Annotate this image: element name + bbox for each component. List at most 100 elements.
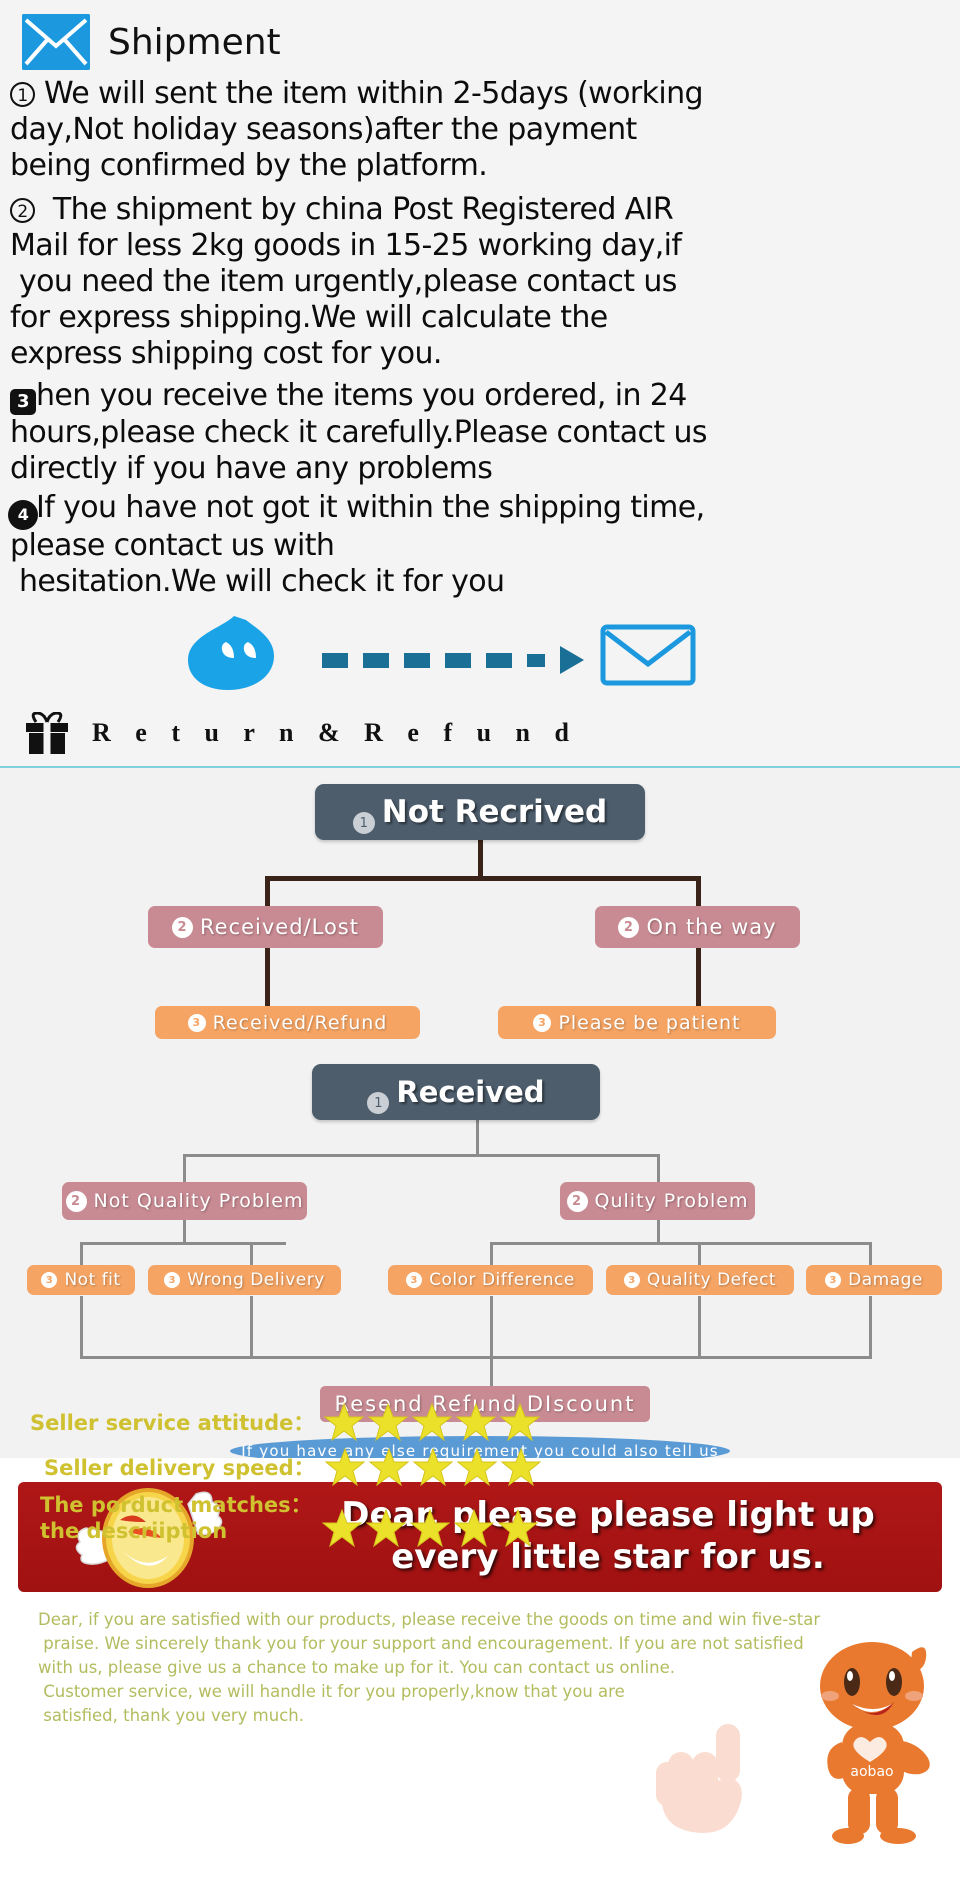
node-badge: 3	[41, 1272, 58, 1288]
star-icon	[412, 1447, 454, 1487]
connector	[696, 943, 701, 1007]
star-icon	[321, 1508, 363, 1548]
node-label: Wrong Delivery	[187, 1270, 325, 1290]
star-icon	[324, 1447, 366, 1487]
flow-node-received-refund[interactable]: 3 Received/Refund	[155, 1006, 420, 1039]
star-icon	[455, 1402, 497, 1442]
shipment-item-2-text: The shipment by china Post Registered AI…	[10, 192, 682, 371]
star-rating	[321, 1508, 539, 1548]
shipment-item-3-text: hen you receive the items you ordered, i…	[10, 378, 708, 486]
star-rating	[324, 1447, 542, 1487]
star-icon	[323, 1402, 365, 1442]
flow-node-received[interactable]: 1 Received	[312, 1064, 600, 1120]
connector	[490, 1296, 493, 1358]
node-label: Received	[396, 1075, 545, 1109]
star-icon	[367, 1402, 409, 1442]
node-label: Received/Refund	[212, 1011, 388, 1034]
blue-blob-face-icon	[182, 614, 286, 697]
connector	[265, 876, 270, 910]
flow-node-color-difference[interactable]: 3 Color Difference	[388, 1265, 593, 1295]
connector	[265, 876, 701, 881]
node-badge: 2	[566, 1190, 588, 1212]
flow-node-wrong-delivery[interactable]: 3 Wrong Delivery	[148, 1265, 341, 1295]
arrow-stem	[527, 653, 545, 667]
flow-node-quality-defect[interactable]: 3 Quality Defect	[606, 1265, 794, 1295]
rating-row-product-matches: The porduct matches： the descriiption	[40, 1492, 539, 1548]
shipment-item-4-text: If you have not got it within the shippi…	[10, 490, 705, 599]
list-marker-1: 1	[10, 82, 35, 107]
connector	[490, 1242, 872, 1245]
connector	[490, 1356, 493, 1388]
connector	[476, 1120, 479, 1156]
star-icon	[409, 1508, 451, 1548]
node-label: Not fit	[64, 1270, 121, 1290]
rating-label: Seller service attitude：	[30, 1411, 315, 1435]
list-marker-4: 4	[10, 502, 36, 528]
connector	[80, 1296, 83, 1358]
gift-icon	[24, 711, 68, 754]
star-icon	[499, 1402, 541, 1442]
flow-node-not-quality-problem[interactable]: 2 Not Quality Problem	[62, 1182, 307, 1220]
connector	[250, 1242, 253, 1266]
rating-label-block: The porduct matches： the descriiption	[40, 1492, 312, 1544]
shipment-title: Shipment	[108, 21, 281, 63]
node-badge: 3	[825, 1272, 842, 1288]
return-refund-header: R e t u r n & R e f u n d	[24, 711, 578, 754]
arrow-head	[560, 646, 584, 674]
list-marker-3: 3	[10, 389, 36, 415]
node-badge: 3	[164, 1272, 181, 1288]
shipment-icons-row	[0, 612, 960, 692]
connector	[265, 943, 270, 1007]
connector	[490, 1242, 493, 1266]
star-icon	[365, 1508, 407, 1548]
node-label: Quality Defect	[646, 1270, 777, 1290]
connector	[698, 1242, 701, 1266]
node-label: On the way	[646, 915, 777, 939]
rating-row-service-attitude: Seller service attitude：	[30, 1402, 541, 1442]
flow-node-not-fit[interactable]: 3 Not fit	[27, 1265, 135, 1295]
rating-row-delivery-speed: Seller delivery speed：	[44, 1447, 542, 1487]
node-badge: 3	[187, 1013, 206, 1032]
node-badge: 3	[406, 1272, 423, 1288]
flow-node-received-lost[interactable]: 2 Received/Lost	[148, 906, 383, 948]
flow-node-not-received[interactable]: 1 Not Recrived	[315, 784, 645, 840]
connector	[698, 1296, 701, 1358]
star-icon	[368, 1447, 410, 1487]
flow-node-on-the-way[interactable]: 2 On the way	[595, 906, 800, 948]
page-root: Shipment 1 We will sent the item within …	[0, 0, 960, 1885]
flow-node-damage[interactable]: 3 Damage	[806, 1265, 942, 1295]
connector	[250, 1296, 253, 1358]
star-icon	[497, 1508, 539, 1548]
node-badge: 2	[172, 916, 193, 938]
shipment-item-1-text: We will sent the item within 2-5days (wo…	[10, 76, 704, 183]
shipment-header: Shipment	[22, 14, 281, 70]
dash-segment	[404, 652, 430, 668]
star-icon	[456, 1447, 498, 1487]
flow-node-please-be-patient[interactable]: 3 Please be patient	[498, 1006, 776, 1039]
envelope-outline-icon	[600, 624, 696, 691]
node-badge: 1	[352, 812, 375, 834]
shipment-item-3: 3 hen you receive the items you ordered, …	[10, 378, 954, 487]
return-refund-title: R e t u r n & R e f u n d	[92, 718, 578, 747]
star-icon	[411, 1402, 453, 1442]
mail-icon	[22, 14, 90, 70]
shipment-item-1: 1 We will sent the item within 2-5days (…	[10, 76, 954, 184]
list-marker-2: 2	[10, 198, 35, 223]
connector-rail	[80, 1356, 872, 1359]
connector	[80, 1242, 286, 1245]
shipment-section: Shipment 1 We will sent the item within …	[0, 0, 960, 768]
node-badge: 1	[367, 1092, 390, 1114]
dashed-arrow-icon	[322, 646, 584, 674]
node-badge: 2	[618, 916, 640, 938]
dash-segment	[363, 652, 389, 668]
node-label: Color Difference	[429, 1270, 575, 1290]
dash-segment	[322, 652, 348, 668]
dash-segment	[445, 652, 471, 668]
shipment-item-2: 2 The shipment by china Post Registered …	[10, 192, 954, 372]
star-icon	[453, 1508, 495, 1548]
flow-node-quality-problem[interactable]: 2 Qulity Problem	[560, 1182, 755, 1220]
flowchart-section: 1 Not Recrived 2 Received/Lost 2 On the …	[0, 768, 960, 1466]
connector	[869, 1296, 872, 1358]
connector	[696, 876, 701, 910]
node-label: Please be patient	[558, 1011, 741, 1034]
